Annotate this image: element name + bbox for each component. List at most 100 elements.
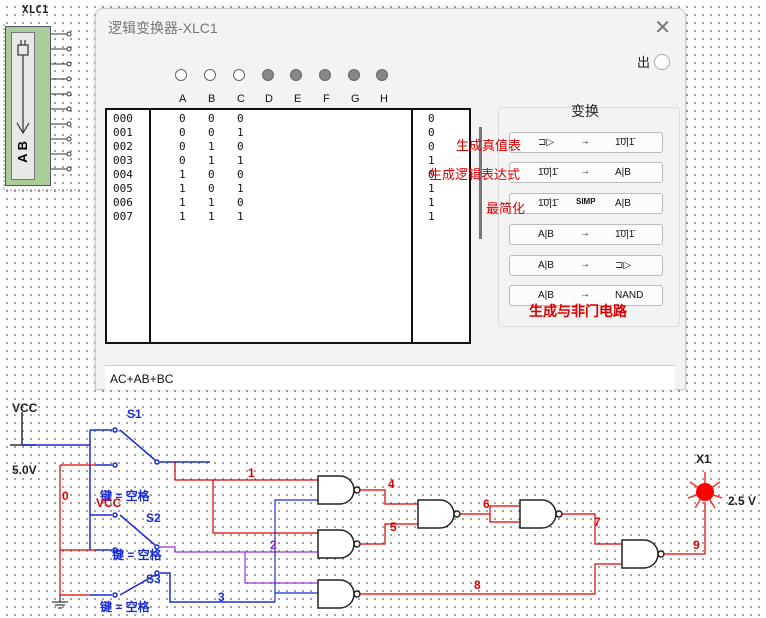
truth-table-icon: 1̄0̄|1̄	[615, 137, 635, 148]
cell-a: 1	[179, 182, 186, 195]
switch-s1[interactable]	[90, 427, 210, 468]
annotation-nand: 生成与非门电路	[529, 303, 627, 319]
nand-gate-4[interactable]	[417, 499, 461, 529]
close-button[interactable]: ✕	[654, 15, 671, 40]
net-2-label: 2	[270, 538, 277, 552]
cell-c: 0	[237, 196, 244, 209]
switch-s2-label: S2	[146, 511, 161, 525]
cell-a: 1	[179, 196, 186, 209]
expression-to-truth-table-button[interactable]: A|B → 1̄0̄|1̄	[509, 224, 663, 245]
cell-b: 0	[208, 112, 215, 125]
nand-label: NAND	[615, 290, 644, 301]
cell-out[interactable]: 0	[428, 140, 435, 153]
output-label: 出	[637, 55, 651, 70]
truth-table-icon: 1̄0̄|1̄	[538, 198, 558, 209]
logic-converter-dialog: 逻辑变换器-XLC1 ✕ 出 A B C D E F G H 000 001 0…	[95, 8, 686, 390]
expression-icon: A|B	[615, 167, 631, 178]
table-divider	[149, 110, 151, 342]
row-index: 003	[113, 154, 133, 167]
terminal-d-radio[interactable]	[262, 69, 274, 81]
nand-gate-5[interactable]	[519, 499, 563, 529]
cell-b: 0	[208, 168, 215, 181]
terminal-c-radio[interactable]	[233, 69, 245, 81]
expression-icon: A|B	[538, 229, 554, 240]
cell-a: 0	[179, 112, 186, 125]
column-g-header: G	[351, 93, 360, 105]
cell-a: 0	[179, 126, 186, 139]
expression-text: AC+AB+BC	[110, 372, 174, 386]
cell-b: 0	[208, 126, 215, 139]
truth-table-to-simplified-expression-button[interactable]: 1̄0̄|1̄ SIMP A|B	[509, 193, 663, 214]
nand-gate-6[interactable]	[621, 539, 665, 569]
arrow-icon: →	[580, 259, 590, 270]
ground-net[interactable]	[52, 464, 95, 609]
terminal-a-radio[interactable]	[175, 69, 187, 81]
expression-icon: A|B	[538, 260, 554, 271]
cell-out[interactable]: 0	[428, 126, 435, 139]
annotation-simplify: 最简化	[486, 201, 526, 216]
row-index: 006	[113, 196, 133, 209]
truth-table[interactable]: 000 001 002 003 004 005 006 007 0 0 0 0 …	[105, 108, 471, 344]
row-index: 005	[113, 182, 133, 195]
terminal-h-radio[interactable]	[376, 69, 388, 81]
cell-b: 0	[208, 182, 215, 195]
terminal-b-radio[interactable]	[204, 69, 216, 81]
column-h-header: H	[380, 93, 388, 105]
cell-b: 1	[208, 140, 215, 153]
column-c-header: C	[237, 93, 245, 105]
arrow-icon: →	[580, 228, 590, 239]
instrument-dashed-frame	[3, 24, 80, 191]
cell-a: 0	[179, 154, 186, 167]
cell-out[interactable]: 0	[428, 112, 435, 125]
arrow-icon: →	[580, 289, 590, 300]
column-b-header: B	[208, 93, 216, 105]
cell-a: 0	[179, 140, 186, 153]
cell-c: 0	[237, 140, 244, 153]
truth-table-icon: 1̄0̄|1̄	[538, 167, 558, 178]
net-0-label: 0	[62, 489, 69, 503]
cell-b: 1	[208, 154, 215, 167]
terminal-g-radio[interactable]	[348, 69, 360, 81]
nand-gate-1[interactable]	[317, 475, 361, 505]
probe-voltage-label: 2.5 V	[728, 494, 757, 508]
nand-gate-2[interactable]	[317, 529, 361, 559]
row-index: 002	[113, 140, 133, 153]
switch-s2-key: 键 = 空格	[112, 548, 162, 562]
terminal-e-radio[interactable]	[290, 69, 302, 81]
truth-table-icon: 1̄0̄|1̄	[615, 229, 635, 240]
net-1-label: 1	[248, 466, 255, 480]
switch-s1-label: S1	[127, 407, 142, 421]
expression-to-circuit-button[interactable]: A|B → ⊐▷	[509, 255, 663, 276]
output-terminal-radio[interactable]	[654, 54, 670, 70]
expression-icon: A|B	[538, 290, 554, 301]
column-f-header: F	[323, 93, 330, 105]
cell-b: 1	[208, 196, 215, 209]
cell-out[interactable]: 1	[428, 196, 435, 209]
column-d-header: D	[265, 93, 273, 105]
table-divider	[411, 110, 413, 342]
expression-input[interactable]: AC+AB+BC	[105, 365, 675, 390]
net-1-wire	[174, 462, 318, 534]
cell-c: 0	[237, 168, 244, 181]
net-3-wire	[274, 499, 318, 602]
circuit-to-truth-table-button[interactable]: ⊐▷ → 1̄0̄|1̄	[509, 132, 663, 153]
arrow-icon: →	[580, 136, 590, 147]
net-2-wire	[160, 546, 318, 584]
row-index: 001	[113, 126, 133, 139]
cell-c: 1	[237, 210, 244, 223]
vcc-mid-label: VCC	[96, 496, 122, 510]
annotation-expression: 生成逻辑表达式	[429, 167, 521, 182]
probe-name-label: X1	[696, 452, 711, 466]
truth-table-to-expression-button[interactable]: 1̄0̄|1̄ → A|B	[509, 162, 663, 183]
cell-a: 1	[179, 210, 186, 223]
cell-b: 1	[208, 210, 215, 223]
terminal-f-radio[interactable]	[319, 69, 331, 81]
simp-arrow-icon: SIMP	[576, 197, 596, 206]
expression-icon: A|B	[615, 198, 631, 209]
net-7-label: 7	[594, 515, 601, 529]
cell-out[interactable]: 1	[428, 182, 435, 195]
cell-out[interactable]: 1	[428, 210, 435, 223]
switch-s3-label: S3	[146, 572, 161, 586]
vcc-source[interactable]	[10, 412, 91, 550]
nand-gate-3[interactable]	[317, 579, 361, 609]
